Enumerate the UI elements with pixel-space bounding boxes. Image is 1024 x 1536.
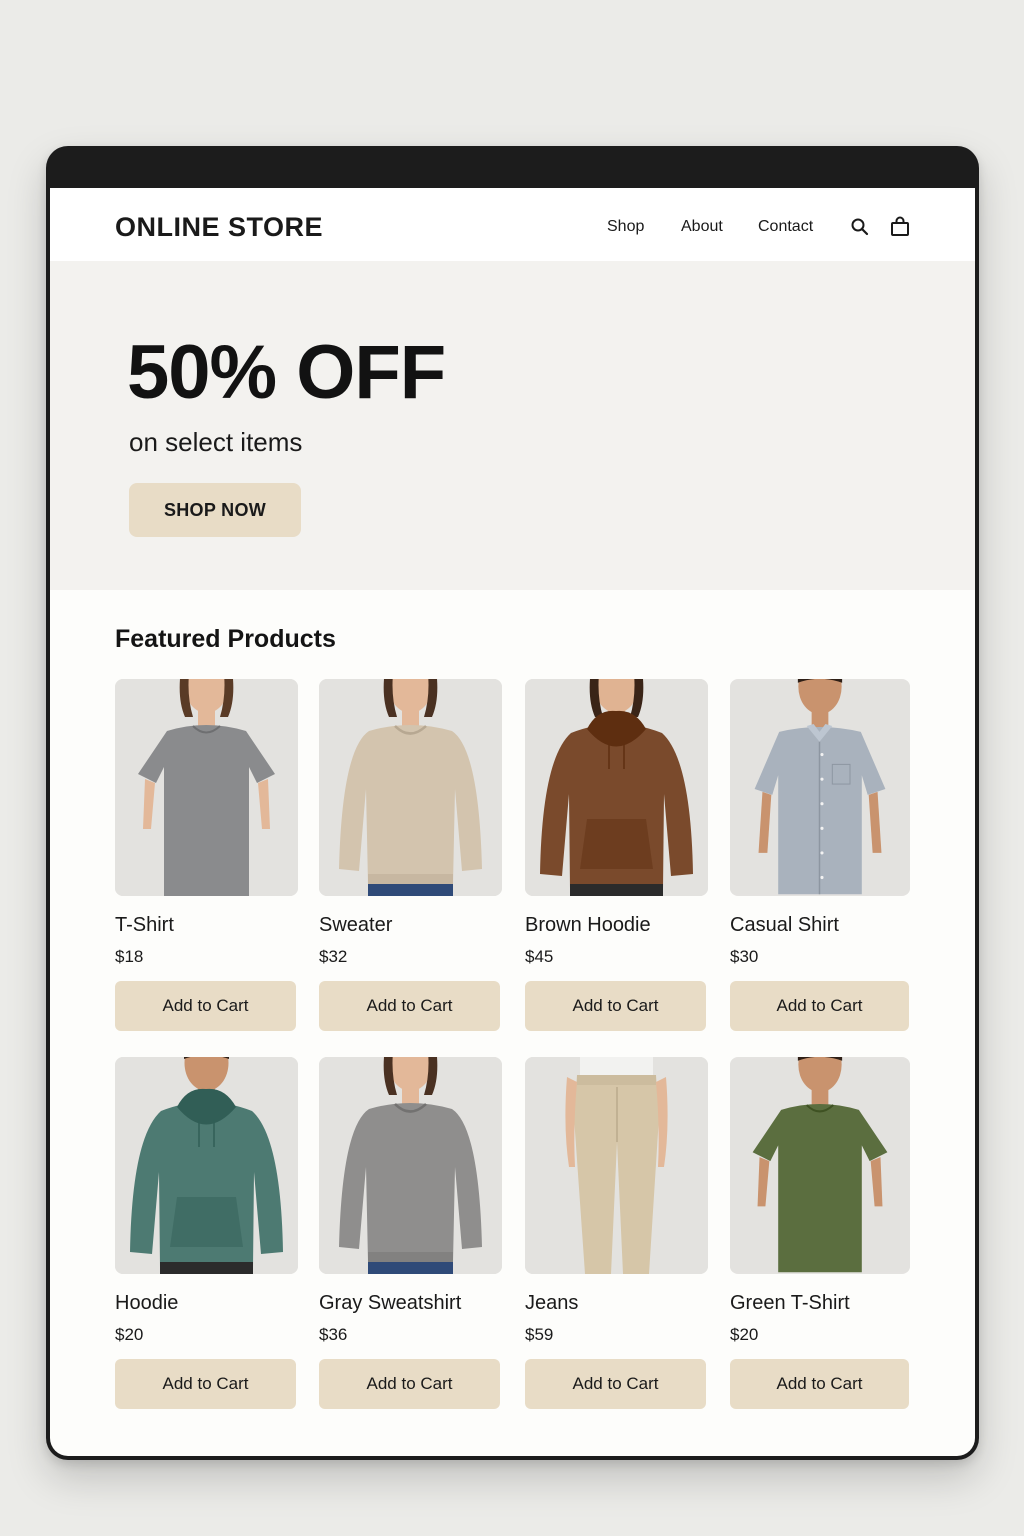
product-card[interactable]: Brown Hoodie $45 Add to Cart xyxy=(525,679,708,1031)
browser-viewport: ONLINE STORE Shop About Contact 50% OFF … xyxy=(50,188,975,1456)
product-illustration xyxy=(730,679,910,895)
product-price: $36 xyxy=(319,1325,348,1344)
product-price: $59 xyxy=(525,1325,554,1344)
product-image[interactable] xyxy=(115,1057,298,1274)
product-name[interactable]: Brown Hoodie xyxy=(525,914,708,938)
product-price: $45 xyxy=(525,947,554,966)
product-illustration xyxy=(730,1057,910,1273)
add-to-cart-button[interactable]: Add to Cart xyxy=(525,981,706,1031)
add-to-cart-button[interactable]: Add to Cart xyxy=(525,1359,706,1409)
product-card[interactable]: Gray Sweatshirt $36 Add to Cart xyxy=(319,1057,502,1409)
product-card[interactable]: Jeans $59 Add to Cart xyxy=(525,1057,708,1409)
product-illustration xyxy=(115,679,298,896)
add-to-cart-button[interactable]: Add to Cart xyxy=(319,981,500,1031)
shopping-bag-icon[interactable] xyxy=(889,216,911,238)
product-image[interactable] xyxy=(115,679,298,896)
product-illustration xyxy=(319,1057,502,1274)
product-name[interactable]: T-Shirt xyxy=(115,914,298,938)
product-card[interactable]: Casual Shirt $30 Add to Cart xyxy=(730,679,910,1031)
product-image[interactable] xyxy=(730,679,910,896)
nav-link-contact[interactable]: Contact xyxy=(758,218,813,236)
product-illustration xyxy=(525,679,708,896)
add-to-cart-button[interactable]: Add to Cart xyxy=(115,1359,296,1409)
add-to-cart-button[interactable]: Add to Cart xyxy=(319,1359,500,1409)
product-price: $20 xyxy=(730,1325,759,1344)
nav-link-shop[interactable]: Shop xyxy=(607,218,644,236)
product-price: $30 xyxy=(730,947,759,966)
shop-now-button[interactable]: SHOP NOW xyxy=(129,483,301,537)
promo-banner: 50% OFF on select items SHOP NOW xyxy=(50,261,975,590)
store-logo[interactable]: ONLINE STORE xyxy=(115,212,323,243)
nav-link-about[interactable]: About xyxy=(681,218,723,236)
product-name[interactable]: Casual Shirt xyxy=(730,914,910,938)
product-image[interactable] xyxy=(525,679,708,896)
product-card[interactable]: Sweater $32 Add to Cart xyxy=(319,679,502,1031)
tablet-frame: ONLINE STORE Shop About Contact 50% OFF … xyxy=(46,146,979,1460)
product-image[interactable] xyxy=(525,1057,708,1274)
product-image[interactable] xyxy=(319,679,502,896)
product-name[interactable]: Hoodie xyxy=(115,1292,298,1316)
product-illustration xyxy=(319,679,502,896)
product-name[interactable]: Gray Sweatshirt xyxy=(319,1292,502,1316)
product-price: $32 xyxy=(319,947,348,966)
product-name[interactable]: Sweater xyxy=(319,914,502,938)
product-name[interactable]: Green T-Shirt xyxy=(730,1292,910,1316)
add-to-cart-button[interactable]: Add to Cart xyxy=(730,1359,909,1409)
product-illustration xyxy=(115,1057,298,1274)
promo-headline: 50% OFF xyxy=(127,330,446,415)
product-image[interactable] xyxy=(319,1057,502,1274)
product-card[interactable]: Green T-Shirt $20 Add to Cart xyxy=(730,1057,910,1409)
promo-subtitle: on select items xyxy=(129,427,303,457)
add-to-cart-button[interactable]: Add to Cart xyxy=(115,981,296,1031)
add-to-cart-button[interactable]: Add to Cart xyxy=(730,981,909,1031)
product-price: $20 xyxy=(115,1325,144,1344)
product-card[interactable]: Hoodie $20 Add to Cart xyxy=(115,1057,298,1409)
featured-products-heading: Featured Products xyxy=(115,625,336,653)
product-card[interactable]: T-Shirt $18 Add to Cart xyxy=(115,679,298,1031)
product-illustration xyxy=(525,1057,708,1274)
product-image[interactable] xyxy=(730,1057,910,1274)
search-icon[interactable] xyxy=(849,216,871,238)
site-header: ONLINE STORE Shop About Contact xyxy=(50,188,975,261)
product-name[interactable]: Jeans xyxy=(525,1292,708,1316)
product-price: $18 xyxy=(115,947,144,966)
